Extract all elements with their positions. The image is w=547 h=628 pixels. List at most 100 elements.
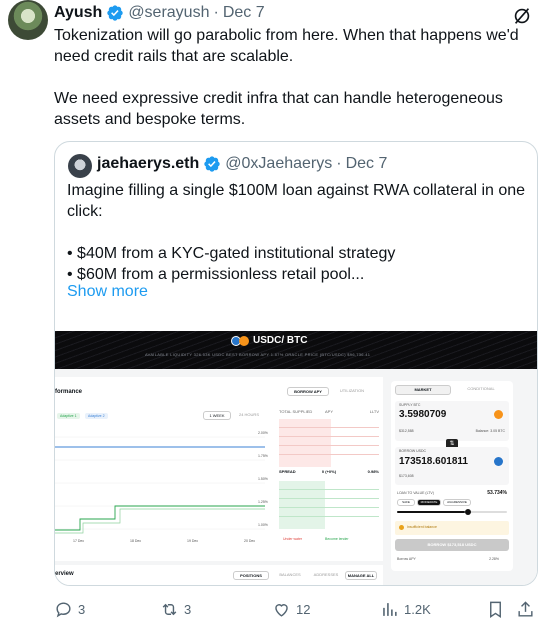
balance-label: Balance: 3.05 BTC bbox=[475, 429, 505, 433]
ltv-label: LOAN TO VALUE (LTV) bbox=[397, 491, 434, 495]
usdc-icon bbox=[494, 457, 503, 466]
ltv-slider[interactable] bbox=[397, 509, 507, 515]
borrow-usd: $173,608 bbox=[399, 474, 414, 478]
warning-banner: Insufficient balance bbox=[395, 521, 509, 535]
x-tick: 17 Dec bbox=[73, 539, 85, 543]
borrow-apy-value: 2.28% bbox=[489, 557, 499, 561]
ob-header-apy: APY bbox=[324, 409, 333, 414]
manage-all-button[interactable]: MANAGE ALL bbox=[345, 571, 377, 580]
share-icon bbox=[518, 601, 533, 617]
grok-icon[interactable] bbox=[511, 5, 533, 27]
stats-line: AVAILABLE LIQUIDITY 326.53K USDC BEST BO… bbox=[145, 352, 371, 357]
y-tick: 1.50% bbox=[258, 477, 268, 481]
tab-market[interactable]: MARKET bbox=[395, 385, 451, 395]
author-name[interactable]: Ayush bbox=[54, 4, 102, 22]
tab-utilization[interactable]: UTILIZATION bbox=[331, 387, 373, 396]
supply-box[interactable]: SUPPLY BTC 3.5980709 $312,588 Balance: 3… bbox=[395, 401, 509, 441]
verified-badge-icon bbox=[204, 156, 220, 172]
orderbook-bids bbox=[279, 481, 379, 529]
btc-icon bbox=[239, 335, 249, 346]
warning-icon bbox=[399, 525, 404, 530]
tab-borrow-apy[interactable]: BORROW APY bbox=[287, 387, 329, 396]
quote-author-handle[interactable]: @0xJaehaerys bbox=[225, 155, 332, 173]
spread-value: 0 (+0%) bbox=[321, 469, 337, 474]
supply-usd: $312,588 bbox=[399, 429, 414, 433]
repost-icon bbox=[162, 603, 177, 616]
y-tick: 1.25% bbox=[258, 500, 268, 504]
borrow-value[interactable]: 173518.601811 bbox=[399, 456, 468, 467]
reply-icon bbox=[56, 602, 71, 618]
like-count: 12 bbox=[296, 602, 311, 617]
like-button[interactable]: 12 bbox=[272, 600, 310, 619]
reply-count: 3 bbox=[78, 602, 86, 617]
legend-adaptive-1[interactable]: Adaptive 1 bbox=[57, 413, 80, 419]
heart-icon bbox=[275, 604, 288, 617]
ob-header-supplied: TOTAL SUPPLIED bbox=[279, 409, 313, 414]
show-more-link[interactable]: Show more bbox=[67, 283, 148, 301]
orderbook-header: TOTAL SUPPLIED APY LLTV bbox=[279, 409, 379, 419]
risk-safe-button[interactable]: SAFE bbox=[397, 499, 415, 506]
ltv-slider-fill bbox=[397, 511, 466, 513]
pair-title: USDC/ BTC bbox=[231, 335, 307, 346]
orderbook-asks bbox=[279, 419, 379, 467]
author-avatar[interactable] bbox=[8, 0, 48, 40]
pair-label: USDC/ BTC bbox=[253, 335, 308, 346]
repost-count: 3 bbox=[184, 602, 192, 617]
views-count: 1.2K bbox=[404, 602, 431, 617]
ltv-value: 53.734% bbox=[487, 490, 507, 496]
risk-moderate-button[interactable]: MODERATE bbox=[417, 499, 441, 506]
screenshot-banner: USDC/ BTC AVAILABLE LIQUIDITY 326.53K US… bbox=[55, 331, 537, 369]
borrow-box[interactable]: BORROW USDC 173518.601811 $173,608 bbox=[395, 447, 509, 485]
views-button[interactable]: 1.2K bbox=[380, 600, 431, 619]
series-adaptive-1-line bbox=[55, 505, 265, 531]
x-tick: 18 Dec bbox=[130, 539, 142, 543]
quote-text: Imagine filling a single $100M loan agai… bbox=[67, 182, 526, 283]
tab-addresses[interactable]: ADDRESSES bbox=[309, 571, 343, 580]
borrow-panel: MARKET CONDITIONAL SUPPLY BTC 3.5980709 … bbox=[391, 381, 513, 571]
post-header: Ayush @serayush · Dec 7 bbox=[54, 4, 265, 22]
views-icon bbox=[383, 603, 397, 616]
borrow-label: BORROW USDC bbox=[399, 449, 427, 453]
reply-button[interactable]: 3 bbox=[54, 600, 85, 619]
y-tick: 1.00% bbox=[258, 523, 268, 527]
overview-label: erview bbox=[55, 571, 74, 577]
risk-aggressive-button[interactable]: AGGRESSIVE bbox=[443, 499, 471, 506]
under-water-label: Under water bbox=[283, 537, 303, 541]
performance-label: formance bbox=[55, 389, 83, 395]
tab-balances[interactable]: BALANCES bbox=[273, 571, 307, 580]
quoted-post[interactable]: jaehaerys.eth @0xJaehaerys · Dec 7 Imagi… bbox=[54, 141, 538, 586]
performance-panel: formance BORROW APY UTILIZATION Adaptive… bbox=[55, 377, 383, 561]
supply-label: SUPPLY BTC bbox=[399, 403, 421, 407]
x-tick: 20 Dec bbox=[244, 539, 256, 543]
apy-chart bbox=[55, 436, 265, 534]
attached-screenshot[interactable]: USDC/ BTC AVAILABLE LIQUIDITY 326.53K US… bbox=[55, 331, 537, 585]
author-handle[interactable]: @serayush bbox=[128, 4, 209, 22]
tab-conditional[interactable]: CONDITIONAL bbox=[453, 385, 509, 395]
header-separator: · bbox=[213, 4, 219, 21]
action-bar: 3 3 12 1.2K bbox=[0, 600, 547, 624]
quote-date[interactable]: Dec 7 bbox=[346, 155, 388, 173]
quote-header: jaehaerys.eth @0xJaehaerys · Dec 7 bbox=[97, 155, 387, 173]
repost-button[interactable]: 3 bbox=[160, 600, 191, 619]
quote-author-name[interactable]: jaehaerys.eth bbox=[97, 155, 199, 173]
btc-icon bbox=[494, 410, 503, 419]
series-adaptive-1-line-2 bbox=[55, 508, 265, 534]
ltv-slider-thumb[interactable] bbox=[465, 509, 472, 515]
y-tick: 2.00% bbox=[258, 431, 268, 435]
quote-author-avatar[interactable] bbox=[68, 154, 92, 178]
overview-bar: erview POSITIONS BALANCES ADDRESSES MANA… bbox=[55, 565, 383, 585]
legend-adaptive-2[interactable]: Adaptive 2 bbox=[85, 413, 108, 419]
range-24-hours[interactable]: 24 HOURS bbox=[235, 411, 263, 420]
range-1-week[interactable]: 1 WEEK bbox=[203, 411, 231, 420]
warning-text: Insufficient balance bbox=[407, 525, 437, 529]
quote-header-separator: · bbox=[336, 155, 342, 172]
supply-value[interactable]: 3.5980709 bbox=[399, 409, 446, 420]
post-date[interactable]: Dec 7 bbox=[223, 4, 265, 22]
bookmark-button[interactable] bbox=[486, 600, 505, 619]
orderbook-spread: SPREAD 0 (+0%) 0.98% bbox=[279, 469, 379, 479]
borrow-cta-button[interactable]: BORROW $173,518 USDC bbox=[395, 539, 509, 551]
tab-positions[interactable]: POSITIONS bbox=[233, 571, 269, 580]
y-tick: 1.75% bbox=[258, 454, 268, 458]
become-lender-label: Become lender bbox=[325, 537, 349, 541]
share-button[interactable] bbox=[516, 600, 535, 619]
